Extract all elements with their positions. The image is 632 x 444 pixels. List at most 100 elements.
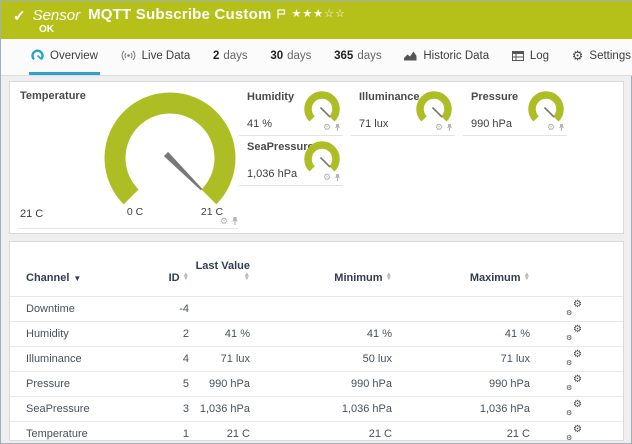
tab-2-days-number: 2 [213, 50, 219, 62]
column-header-minimum[interactable]: Minimum▲▼ [250, 272, 392, 284]
cell-id: 2 [140, 328, 189, 340]
cell-minimum: 50 lux [250, 353, 392, 365]
channel-gear-icon[interactable]: ⚙ [220, 217, 228, 226]
cell-minimum: 1,036 hPa [250, 403, 392, 415]
gauge-title-pressure: Pressure [471, 91, 518, 103]
gauge-title-temperature: Temperature [20, 90, 86, 102]
seapressure-current-value: 1,036 hPa [247, 168, 297, 180]
tab-historic-data[interactable]: Historic Data [402, 39, 491, 75]
tab-settings[interactable]: ⚙ Settings [570, 39, 632, 75]
humidity-gauge-actions: ⚙ [323, 123, 341, 132]
column-header-channel[interactable]: Channel▼ [26, 272, 140, 284]
channel-gear-icon[interactable]: ⚙ [547, 123, 555, 132]
channel-settings-icon[interactable]: ⚙⚙ [566, 301, 582, 315]
gauge-needle [164, 152, 202, 190]
divider [463, 135, 567, 136]
table-row: SeaPressure 3 1,036 hPa 1,036 hPa 1,036 … [10, 396, 623, 421]
gauge-needle [321, 108, 331, 118]
channel-settings-icon[interactable]: ⚙⚙ [566, 376, 582, 390]
pin-icon[interactable] [231, 216, 239, 226]
gauges-panel: Temperature 0 C 21 C 21 C ⚙ Humidity 41 … [9, 81, 624, 234]
gauge-cell-pressure: Pressure 990 hPa ⚙ [463, 86, 567, 136]
pin-icon[interactable] [558, 123, 565, 132]
object-kind-label: Sensor [33, 7, 81, 24]
gauge-title-humidity: Humidity [247, 91, 294, 103]
status-check-icon: ✓ [13, 7, 26, 25]
column-header-id[interactable]: ID▲▼ [140, 272, 189, 284]
tab-2-days-label: days [223, 50, 247, 62]
table-row: Downtime -4 ⚙⚙ [10, 296, 623, 321]
sort-desc-icon: ▼ [73, 274, 81, 283]
table-row: Pressure 5 990 hPa 990 hPa 990 hPa ⚙⚙ [10, 371, 623, 396]
cell-channel[interactable]: Illuminance [26, 353, 140, 365]
illuminance-gauge-actions: ⚙ [435, 123, 453, 132]
pin-icon[interactable] [334, 173, 341, 182]
gauge-title-illuminance: Illuminance [359, 91, 420, 103]
tab-live-data[interactable]: Live Data [119, 39, 193, 75]
channel-gear-icon[interactable]: ⚙ [435, 123, 443, 132]
cell-maximum: 1,036 hPa [392, 403, 530, 415]
sort-icon: ▲▼ [183, 273, 189, 282]
cell-id: -4 [140, 303, 189, 315]
temperature-current-value: 21 C [20, 208, 43, 220]
temperature-gauge-actions: ⚙ [220, 216, 239, 226]
gauge-scale-min: 0 C [118, 206, 152, 218]
channel-settings-icon[interactable]: ⚙⚙ [566, 351, 582, 365]
divider [351, 135, 455, 136]
cell-id: 4 [140, 353, 189, 365]
tab-2-days[interactable]: 2 days [211, 39, 250, 75]
tab-365-days-number: 365 [334, 50, 353, 62]
cell-last-value: 41 % [189, 328, 250, 340]
cell-channel[interactable]: Pressure [26, 378, 140, 390]
gauge-cell-humidity: Humidity 41 % ⚙ [239, 86, 343, 136]
tab-bar: Overview Live Data 2 days 30 days 365 da… [1, 39, 632, 76]
pressure-current-value: 990 hPa [471, 118, 512, 130]
cell-channel[interactable]: Humidity [26, 328, 140, 340]
tab-30-days[interactable]: 30 days [268, 39, 313, 75]
tab-30-days-number: 30 [270, 50, 283, 62]
flag-icon[interactable] [277, 6, 286, 24]
cell-minimum: 41 % [250, 328, 392, 340]
channel-settings-icon[interactable]: ⚙⚙ [566, 401, 582, 415]
channel-settings-icon[interactable]: ⚙⚙ [566, 326, 582, 340]
tab-historic-data-label: Historic Data [423, 50, 489, 62]
tab-live-data-label: Live Data [142, 50, 191, 62]
cell-last-value: 990 hPa [189, 378, 250, 390]
tab-log[interactable]: Log [510, 39, 551, 75]
cell-id: 1 [140, 428, 189, 440]
tab-overview-label: Overview [50, 50, 98, 62]
cell-maximum: 71 lux [392, 353, 530, 365]
cell-last-value: 71 lux [189, 353, 250, 365]
tab-365-days[interactable]: 365 days [332, 39, 383, 75]
cell-channel[interactable]: Temperature [26, 428, 140, 440]
cell-minimum: 21 C [250, 428, 392, 440]
channel-settings-icon[interactable]: ⚙⚙ [566, 426, 582, 440]
channel-gear-icon[interactable]: ⚙ [323, 123, 331, 132]
column-header-last-value[interactable]: Last Value▲▼ [189, 260, 250, 284]
illuminance-current-value: 71 lux [359, 118, 388, 130]
cell-channel[interactable]: Downtime [26, 303, 140, 315]
priority-stars[interactable]: ★★★☆☆ [292, 7, 346, 20]
gauge-cell-illuminance: Illuminance 71 lux ⚙ [351, 86, 455, 136]
tab-log-label: Log [530, 50, 549, 62]
tab-30-days-label: days [287, 50, 311, 62]
gauge-cell-seapressure: SeaPressure 1,036 hPa ⚙ [239, 136, 343, 186]
cell-minimum: 990 hPa [250, 378, 392, 390]
sensor-title: MQTT Subscribe Custom [88, 6, 271, 23]
tab-overview[interactable]: Overview [29, 39, 100, 75]
sort-icon: ▲▼ [524, 273, 530, 282]
channel-gear-icon[interactable]: ⚙ [323, 173, 331, 182]
pin-icon[interactable] [446, 123, 453, 132]
gauge-icon [31, 49, 44, 62]
seapressure-gauge-actions: ⚙ [323, 173, 341, 182]
live-signal-icon [121, 50, 136, 61]
cell-channel[interactable]: SeaPressure [26, 403, 140, 415]
divider [239, 185, 343, 186]
temperature-gauge [95, 86, 245, 218]
pin-icon[interactable] [334, 123, 341, 132]
column-header-maximum[interactable]: Maximum▲▼ [392, 272, 530, 284]
table-row: Temperature 1 21 C 21 C 21 C ⚙⚙ [10, 421, 623, 441]
cell-id: 3 [140, 403, 189, 415]
gear-icon: ⚙ [572, 49, 584, 62]
chart-icon [404, 50, 417, 61]
